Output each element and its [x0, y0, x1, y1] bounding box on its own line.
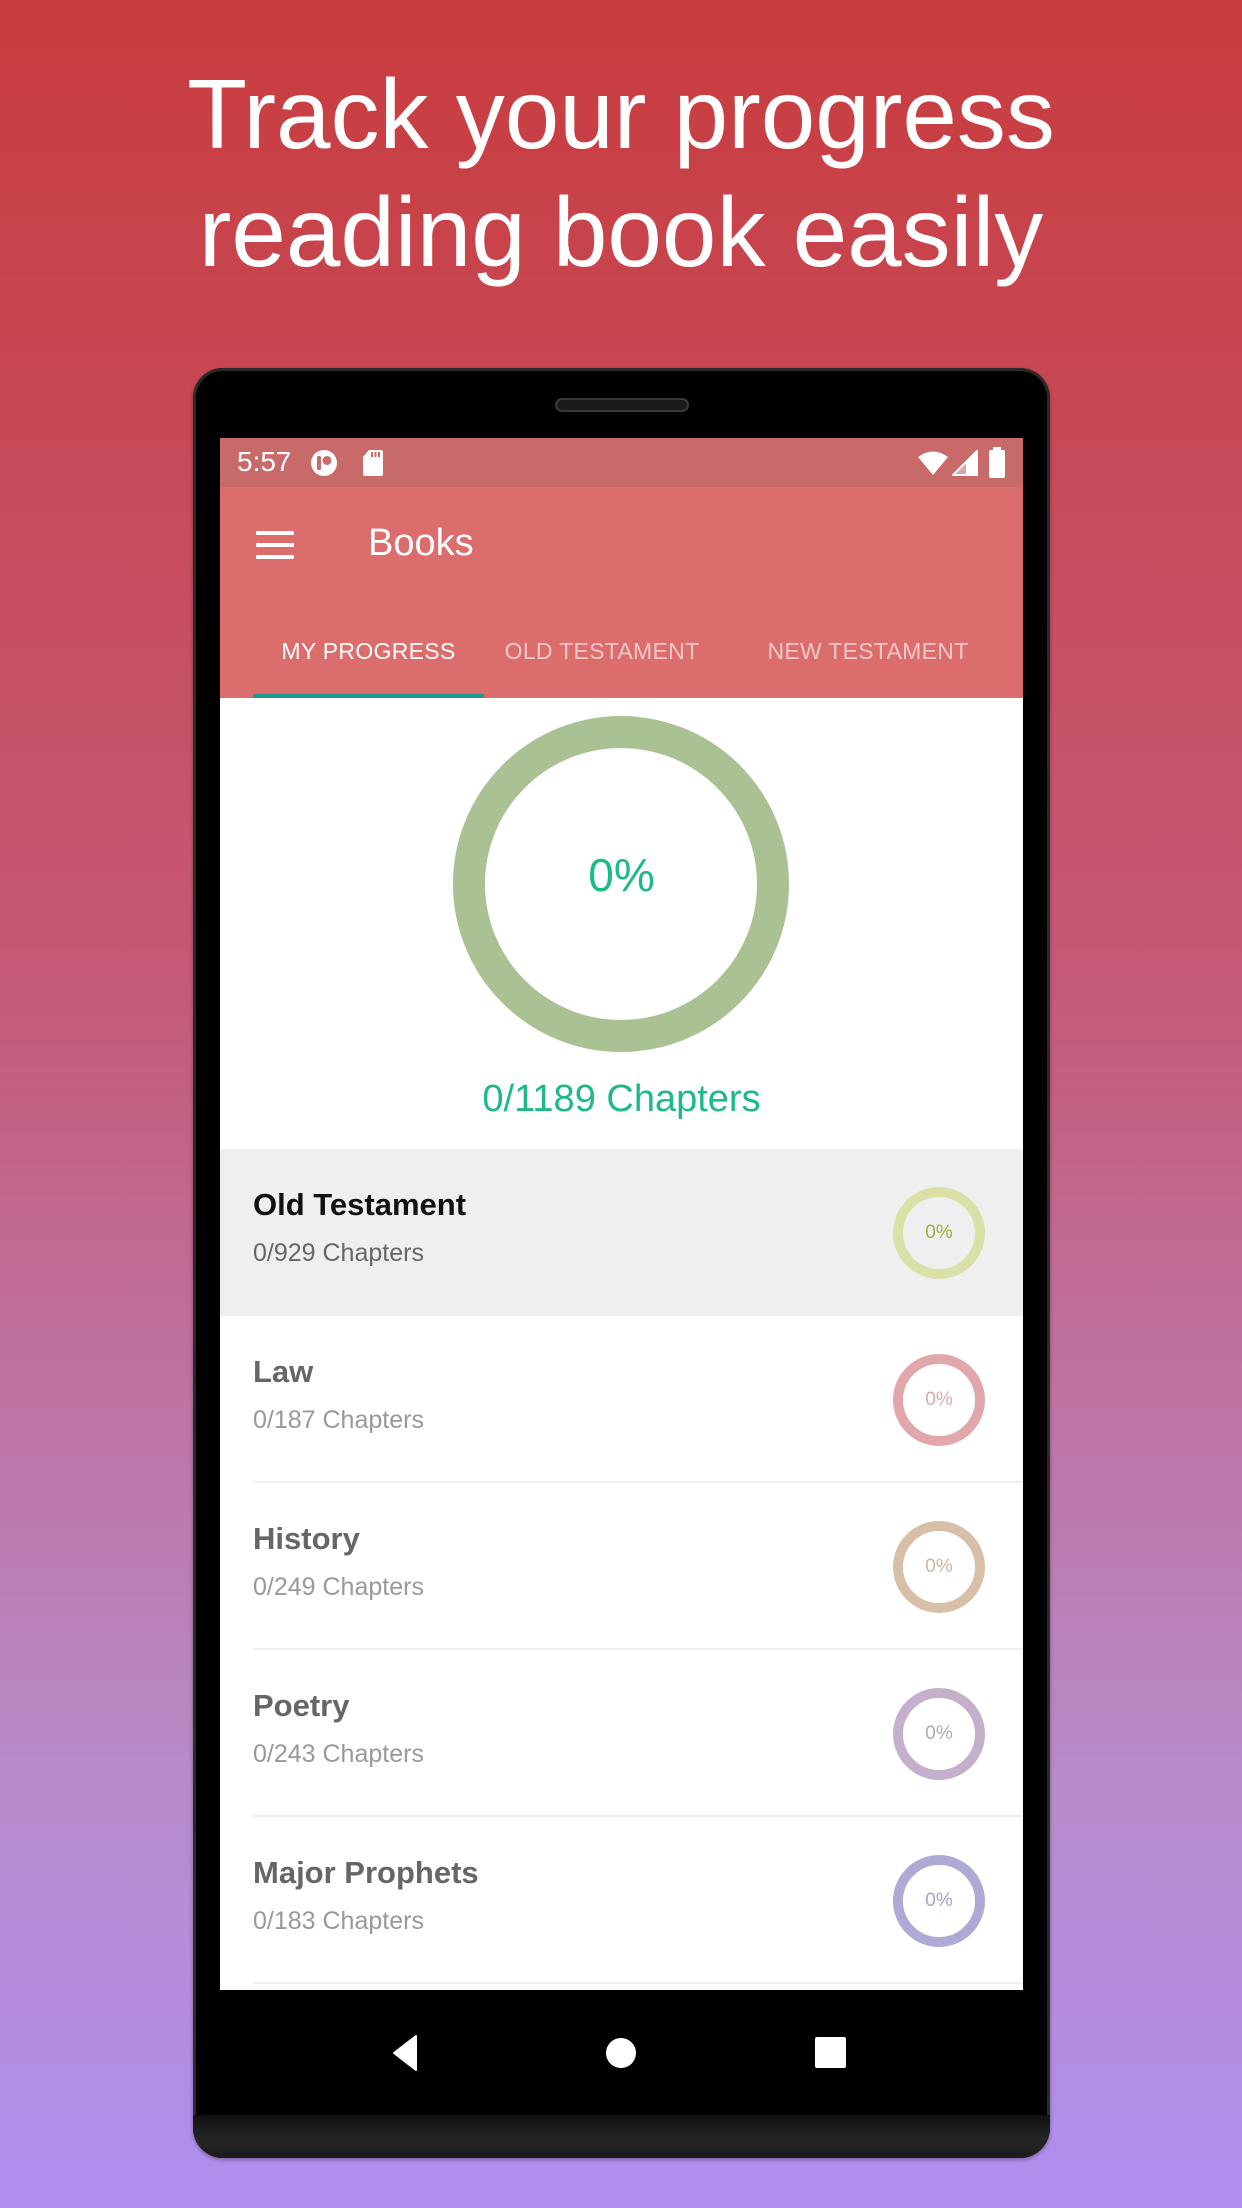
progress-percent-label: 0%	[925, 1723, 953, 1744]
list-item-title: Poetry	[253, 1688, 350, 1723]
status-time: 5:57	[237, 446, 292, 477]
back-icon[interactable]	[382, 2028, 432, 2078]
headline-line-2: reading book easily	[198, 177, 1044, 287]
pushbullet-icon	[311, 450, 337, 476]
headline-line-1: Track your progress	[187, 59, 1055, 169]
promo-headline: Track your progress reading book easily	[0, 55, 1242, 291]
overall-percent-label: 0%	[588, 849, 655, 901]
phone-chin	[193, 2115, 1050, 2158]
app-screen: 5:57 Books MY PROGRESS OLD TESTAMENT NEW…	[220, 438, 1023, 1990]
list-item-law[interactable]: Law 0/187 Chapters 0%	[220, 1316, 1023, 1483]
app-bar: Books MY PROGRESS OLD TESTAMENT NEW TEST…	[220, 487, 1023, 698]
overall-progress-section: 0% 0/1189 Chapters	[220, 698, 1023, 1149]
progress-percent-label: 0%	[925, 1222, 953, 1243]
list-item-old-testament[interactable]: Old Testament 0/929 Chapters 0%	[220, 1149, 1023, 1316]
list-item-chapters: 0/187 Chapters	[253, 1406, 424, 1434]
home-icon[interactable]	[596, 2028, 646, 2078]
status-bar: 5:57	[220, 438, 1023, 487]
battery-icon	[989, 447, 1005, 478]
tab-my-progress[interactable]: MY PROGRESS	[253, 605, 484, 698]
recents-icon[interactable]	[805, 2028, 855, 2078]
page-title: Books	[368, 522, 474, 564]
overall-chapters-label: 0/1189 Chapters	[482, 1078, 761, 1120]
list-divider	[253, 1982, 1023, 1984]
list-item-title: Major Prophets	[253, 1855, 479, 1890]
wifi-icon	[918, 451, 948, 475]
list-item-poetry[interactable]: Poetry 0/243 Chapters 0%	[220, 1650, 1023, 1817]
list-item-major-prophets[interactable]: Major Prophets 0/183 Chapters 0%	[220, 1817, 1023, 1984]
sd-card-icon	[363, 450, 383, 476]
list-item-chapters: 0/249 Chapters	[253, 1573, 424, 1601]
list-item-chapters: 0/183 Chapters	[253, 1907, 424, 1935]
tab-new-testament[interactable]: NEW TESTAMENT	[750, 605, 986, 698]
cellular-signal-icon	[952, 450, 978, 476]
list-item-title: Old Testament	[253, 1187, 467, 1222]
tab-bar: MY PROGRESS OLD TESTAMENT NEW TESTAMENT	[220, 605, 1023, 698]
list-item-title: History	[253, 1521, 360, 1556]
list-item-chapters: 0/929 Chapters	[253, 1239, 424, 1267]
hamburger-menu-icon[interactable]	[256, 531, 296, 561]
tab-old-testament[interactable]: OLD TESTAMENT	[484, 605, 720, 698]
list-item-history[interactable]: History 0/249 Chapters 0%	[220, 1483, 1023, 1650]
progress-percent-label: 0%	[925, 1389, 953, 1410]
list-item-chapters: 0/243 Chapters	[253, 1740, 424, 1768]
progress-percent-label: 0%	[925, 1890, 953, 1911]
system-navigation-bar	[220, 1990, 1023, 2115]
list-item-title: Law	[253, 1354, 314, 1389]
phone-speaker	[555, 398, 689, 412]
category-list: Old Testament 0/929 Chapters 0% Law 0/18…	[220, 1149, 1023, 1984]
progress-percent-label: 0%	[925, 1556, 953, 1577]
